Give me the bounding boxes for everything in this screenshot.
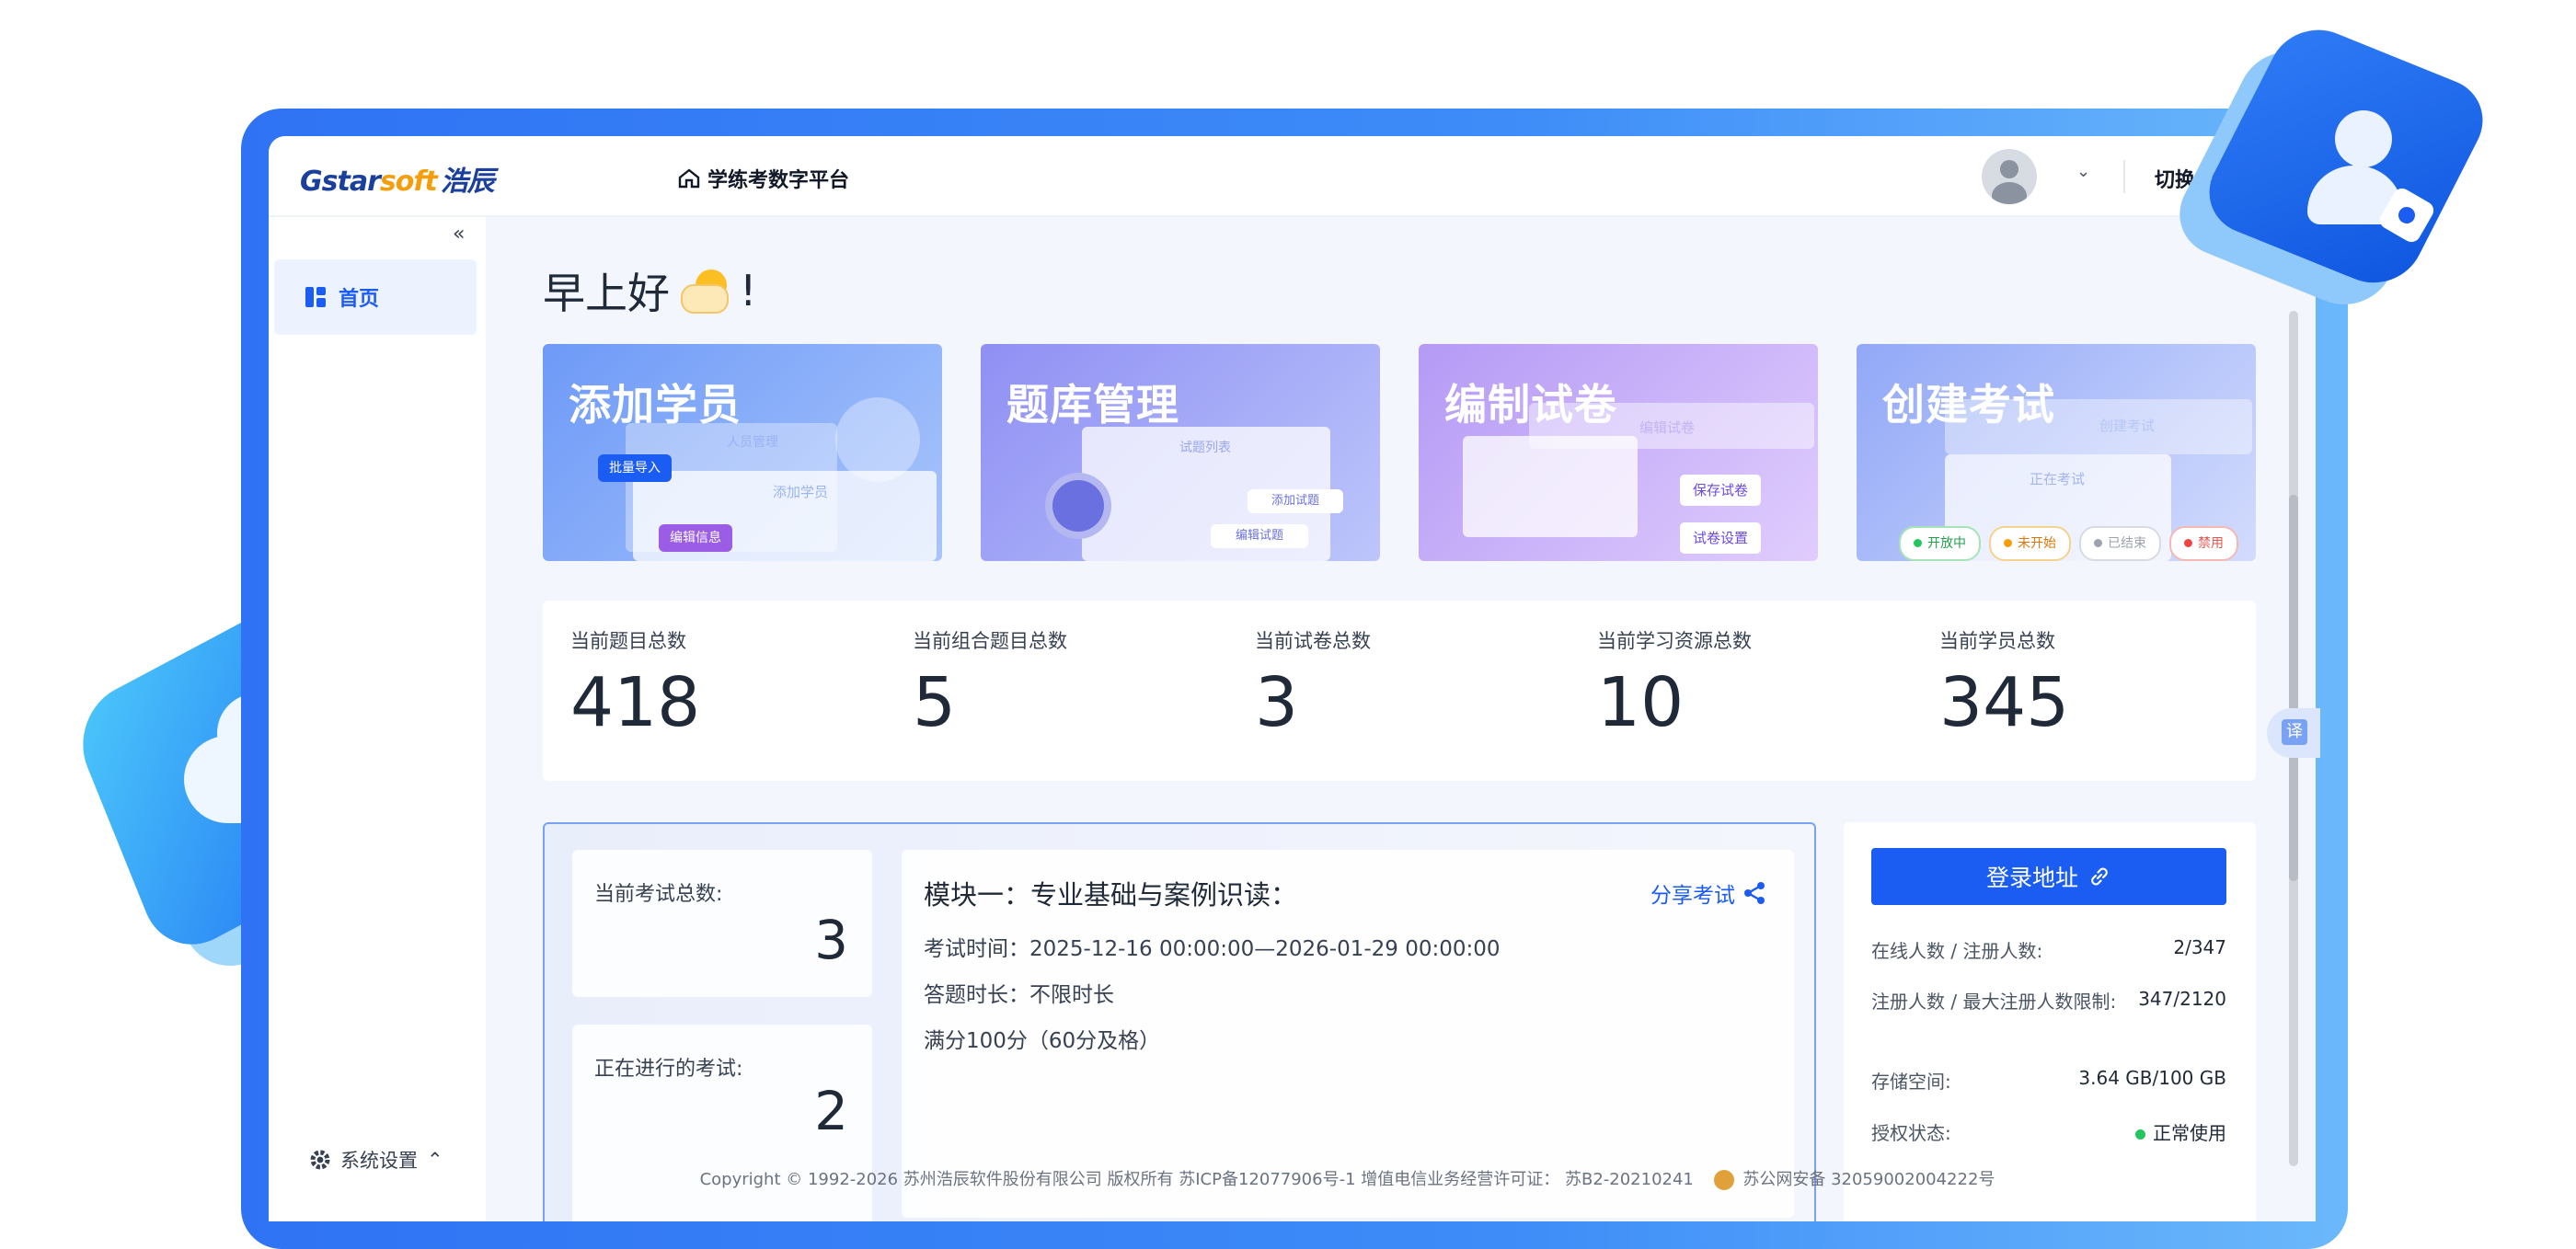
save-paper-chip: 保存试卷 [1680, 475, 1762, 506]
chevron-down-icon[interactable]: ⌄ [2076, 162, 2090, 181]
batch-import-chip: 批量导入 [598, 454, 672, 482]
exam-time: 考试时间：2025-12-16 00:00:00—2026-01-29 00:0… [924, 937, 1501, 961]
gear-icon [1045, 473, 1111, 539]
home-icon [678, 168, 700, 189]
sun-cloud-icon [681, 269, 729, 314]
card-title: 编制试卷 [1444, 380, 1617, 430]
brand-logo[interactable]: Gstarsoft 浩辰 [300, 158, 495, 199]
status-disabled: 禁用 [2169, 526, 2238, 561]
user-icon [2335, 110, 2392, 167]
question-bank-card[interactable]: 试题列表 添加试题 编辑试题 题库管理 [981, 344, 1380, 561]
card-title: 创建考试 [1882, 380, 2055, 430]
collapse-sidebar-icon[interactable]: « [453, 223, 465, 246]
police-badge-icon [1713, 1170, 1734, 1190]
exam-score: 满分100分（60分及格） [924, 1029, 1161, 1053]
system-info-panel: 登录地址 在线人数 / 注册人数: 2/347 注册人数 / 最大注册人数限制: 3… [1844, 822, 2256, 1221]
platform-title: 学练考数字平台 [678, 164, 849, 193]
dashboard-icon [305, 287, 326, 307]
user-avatar[interactable] [1982, 149, 2037, 204]
info-storage: 存储空间: 3.64 GB/100 GB [1871, 1067, 2226, 1093]
exam-total-box: 当前考试总数: 3 [572, 850, 872, 997]
translate-button[interactable]: 译 [2267, 708, 2320, 758]
exam-title: 模块一：专业基础与案例识读： [924, 879, 1298, 911]
stat-papers: 当前试卷总数 3 [1255, 630, 1371, 742]
info-license-status: 授权状态: 正常使用 [1871, 1122, 2226, 1144]
police-record-link[interactable]: 苏公网安备 32059002004222号 [1742, 1170, 1995, 1189]
edit-info-chip: 编辑信息 [659, 524, 732, 552]
stats-panel: 当前题目总数 418 当前组合题目总数 5 当前试卷总数 3 当前学习资源总数 10 当… [543, 601, 2256, 781]
stat-combo-questions: 当前组合题目总数 5 [913, 630, 1067, 742]
exam-detail-card[interactable]: 模块一：专业基础与案例识读： 分享考试 考试时间：2025-12-16 00:0… [902, 850, 1794, 1218]
card-title: 题库管理 [1006, 380, 1179, 430]
sidebar: « 首页 系统设置 ⌃ [269, 217, 486, 1221]
exam-duration: 答题时长：不限时长 [924, 983, 1114, 1007]
sidebar-item-home[interactable]: 首页 [274, 259, 477, 335]
top-bar: Gstarsoft 浩辰 学练考数字平台 ⌄ 切换学 [269, 136, 2316, 217]
create-exam-card[interactable]: 创建考试 正在考试 开放中 未开始 已结束 禁用 创建考试 [1857, 344, 2256, 561]
card-title: 添加学员 [569, 380, 742, 430]
status-open: 开放中 [1899, 526, 1981, 561]
header-divider [2123, 160, 2125, 193]
info-online-users: 在线人数 / 注册人数: 2/347 [1871, 936, 2226, 962]
create-paper-card[interactable]: 编辑试卷 保存试卷 试卷设置 编制试卷 [1419, 344, 1818, 561]
status-dot [2135, 1129, 2145, 1140]
login-address-button[interactable]: 登录地址 [1871, 848, 2226, 905]
link-icon [2091, 867, 2108, 886]
user-group-icon [835, 397, 920, 482]
footer: Copyright © 1992-2026 苏州浩辰软件股份有限公司 版权所有 … [699, 1170, 1995, 1190]
app-window: Gstarsoft 浩辰 学练考数字平台 ⌄ 切换学 « 首页 系统设置 ⌃ 早上 [269, 136, 2316, 1221]
sidebar-item-label: 首页 [339, 288, 380, 311]
stat-questions: 当前题目总数 418 [570, 630, 701, 742]
share-icon [1744, 882, 1765, 904]
share-exam-button[interactable]: 分享考试 [1650, 877, 1766, 909]
greeting: 早上好 ! [543, 266, 757, 318]
add-student-card[interactable]: 人员管理 批量导入 添加学员 编辑信息 添加学员 [543, 344, 942, 561]
scrollbar-thumb[interactable] [2289, 495, 2298, 881]
status-pending: 未开始 [1989, 526, 2071, 561]
user-3d-illustration [2180, 9, 2502, 349]
status-ended: 已结束 [2079, 526, 2161, 561]
info-registration-limit: 注册人数 / 最大注册人数限制: 347/2120 [1871, 988, 2226, 1013]
exam-panel: 当前考试总数: 3 正在进行的考试: 2 模块一：专业基础与案例识读： 分享考试… [543, 822, 1816, 1221]
stat-resources: 当前学习资源总数 10 [1597, 630, 1752, 742]
paper-settings-chip: 试卷设置 [1680, 522, 1762, 554]
stat-students: 当前学员总数 345 [1939, 630, 2070, 742]
